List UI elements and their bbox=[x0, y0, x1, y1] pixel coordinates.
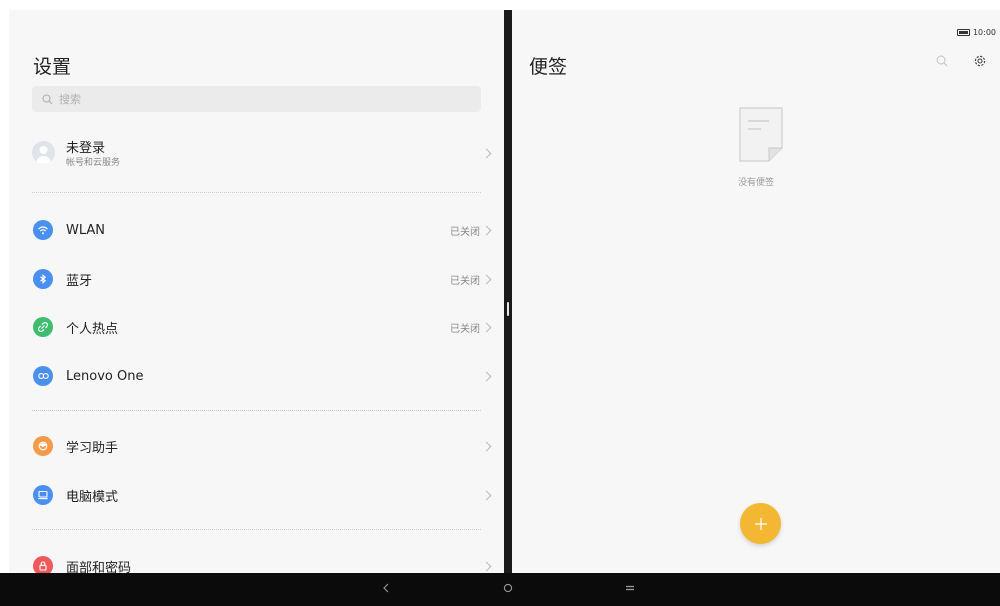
search-icon bbox=[42, 93, 53, 104]
hotspot-icon bbox=[33, 317, 53, 337]
wifi-icon bbox=[33, 220, 53, 240]
hotspot-label: 个人热点 bbox=[66, 321, 119, 337]
battery-icon bbox=[956, 29, 970, 36]
account-row[interactable]: 未登录 帐号和云服务 bbox=[9, 136, 504, 170]
search-placeholder: 搜索 bbox=[59, 93, 81, 106]
account-name: 未登录 bbox=[66, 141, 106, 156]
chevron-right-icon bbox=[481, 441, 492, 451]
recents-button[interactable] bbox=[624, 581, 636, 599]
chevron-right-icon bbox=[481, 148, 492, 159]
divider bbox=[32, 410, 481, 411]
chevron-right-icon bbox=[481, 274, 492, 284]
lenovo-one-icon bbox=[33, 366, 53, 386]
chevron-right-icon bbox=[481, 490, 492, 500]
notes-pane: 10:00 便签 没有便签 bbox=[512, 10, 1000, 573]
settings-item-study-assistant[interactable]: 学习助手 bbox=[9, 435, 504, 457]
bluetooth-label: 蓝牙 bbox=[66, 273, 93, 289]
plus-icon bbox=[754, 517, 767, 530]
study-assistant-label: 学习助手 bbox=[66, 440, 119, 456]
settings-title: 设置 bbox=[33, 56, 72, 78]
divider bbox=[32, 529, 481, 530]
search-icon[interactable] bbox=[936, 55, 948, 67]
chevron-right-icon bbox=[481, 371, 492, 381]
account-subtitle: 帐号和云服务 bbox=[66, 158, 121, 168]
hotspot-status: 已关闭 bbox=[450, 323, 480, 335]
recents-icon bbox=[626, 585, 634, 591]
settings-item-pc-mode[interactable]: 电脑模式 bbox=[9, 484, 504, 506]
settings-item-hotspot[interactable]: 个人热点 已关闭 bbox=[9, 316, 504, 338]
settings-item-wlan[interactable]: WLAN 已关闭 bbox=[9, 219, 504, 241]
face-password-label: 面部和密码 bbox=[66, 560, 132, 574]
lock-icon bbox=[33, 556, 53, 573]
chevron-right-icon bbox=[481, 322, 492, 332]
back-icon bbox=[383, 583, 389, 593]
pc-mode-label: 电脑模式 bbox=[66, 489, 119, 505]
split-screen-divider[interactable] bbox=[504, 10, 512, 573]
lenovo-one-label: Lenovo One bbox=[66, 368, 144, 384]
navigation-bar bbox=[0, 573, 1000, 606]
gear-icon[interactable] bbox=[973, 54, 987, 68]
pc-mode-icon bbox=[33, 485, 53, 505]
chevron-right-icon bbox=[481, 225, 492, 235]
divider bbox=[32, 192, 481, 193]
empty-notes-text: 没有便签 bbox=[737, 178, 774, 188]
add-note-button[interactable] bbox=[740, 503, 781, 544]
back-button[interactable] bbox=[382, 581, 390, 599]
status-bar: 10:00 bbox=[956, 28, 996, 37]
home-button[interactable] bbox=[502, 581, 514, 599]
notes-title: 便签 bbox=[529, 56, 568, 78]
home-icon bbox=[503, 583, 513, 593]
settings-item-lenovo-one[interactable]: Lenovo One bbox=[9, 365, 504, 387]
settings-item-face-password[interactable]: 面部和密码 bbox=[9, 555, 504, 573]
bluetooth-status: 已关闭 bbox=[450, 275, 480, 287]
chevron-right-icon bbox=[481, 561, 492, 571]
avatar bbox=[32, 141, 55, 164]
empty-note-icon bbox=[739, 107, 783, 162]
settings-search-input[interactable]: 搜索 bbox=[32, 86, 481, 112]
status-time: 10:00 bbox=[972, 28, 996, 37]
wlan-status: 已关闭 bbox=[450, 226, 480, 238]
split-screen-handle[interactable] bbox=[507, 302, 509, 316]
settings-pane: 设置 搜索 未登录 帐号和云服务 WLAN 已关闭 蓝牙 已关闭 个人热点 已关… bbox=[9, 10, 504, 573]
settings-item-bluetooth[interactable]: 蓝牙 已关闭 bbox=[9, 268, 504, 290]
wlan-label: WLAN bbox=[66, 222, 106, 238]
bluetooth-icon bbox=[33, 269, 53, 289]
study-assistant-icon bbox=[33, 436, 53, 456]
